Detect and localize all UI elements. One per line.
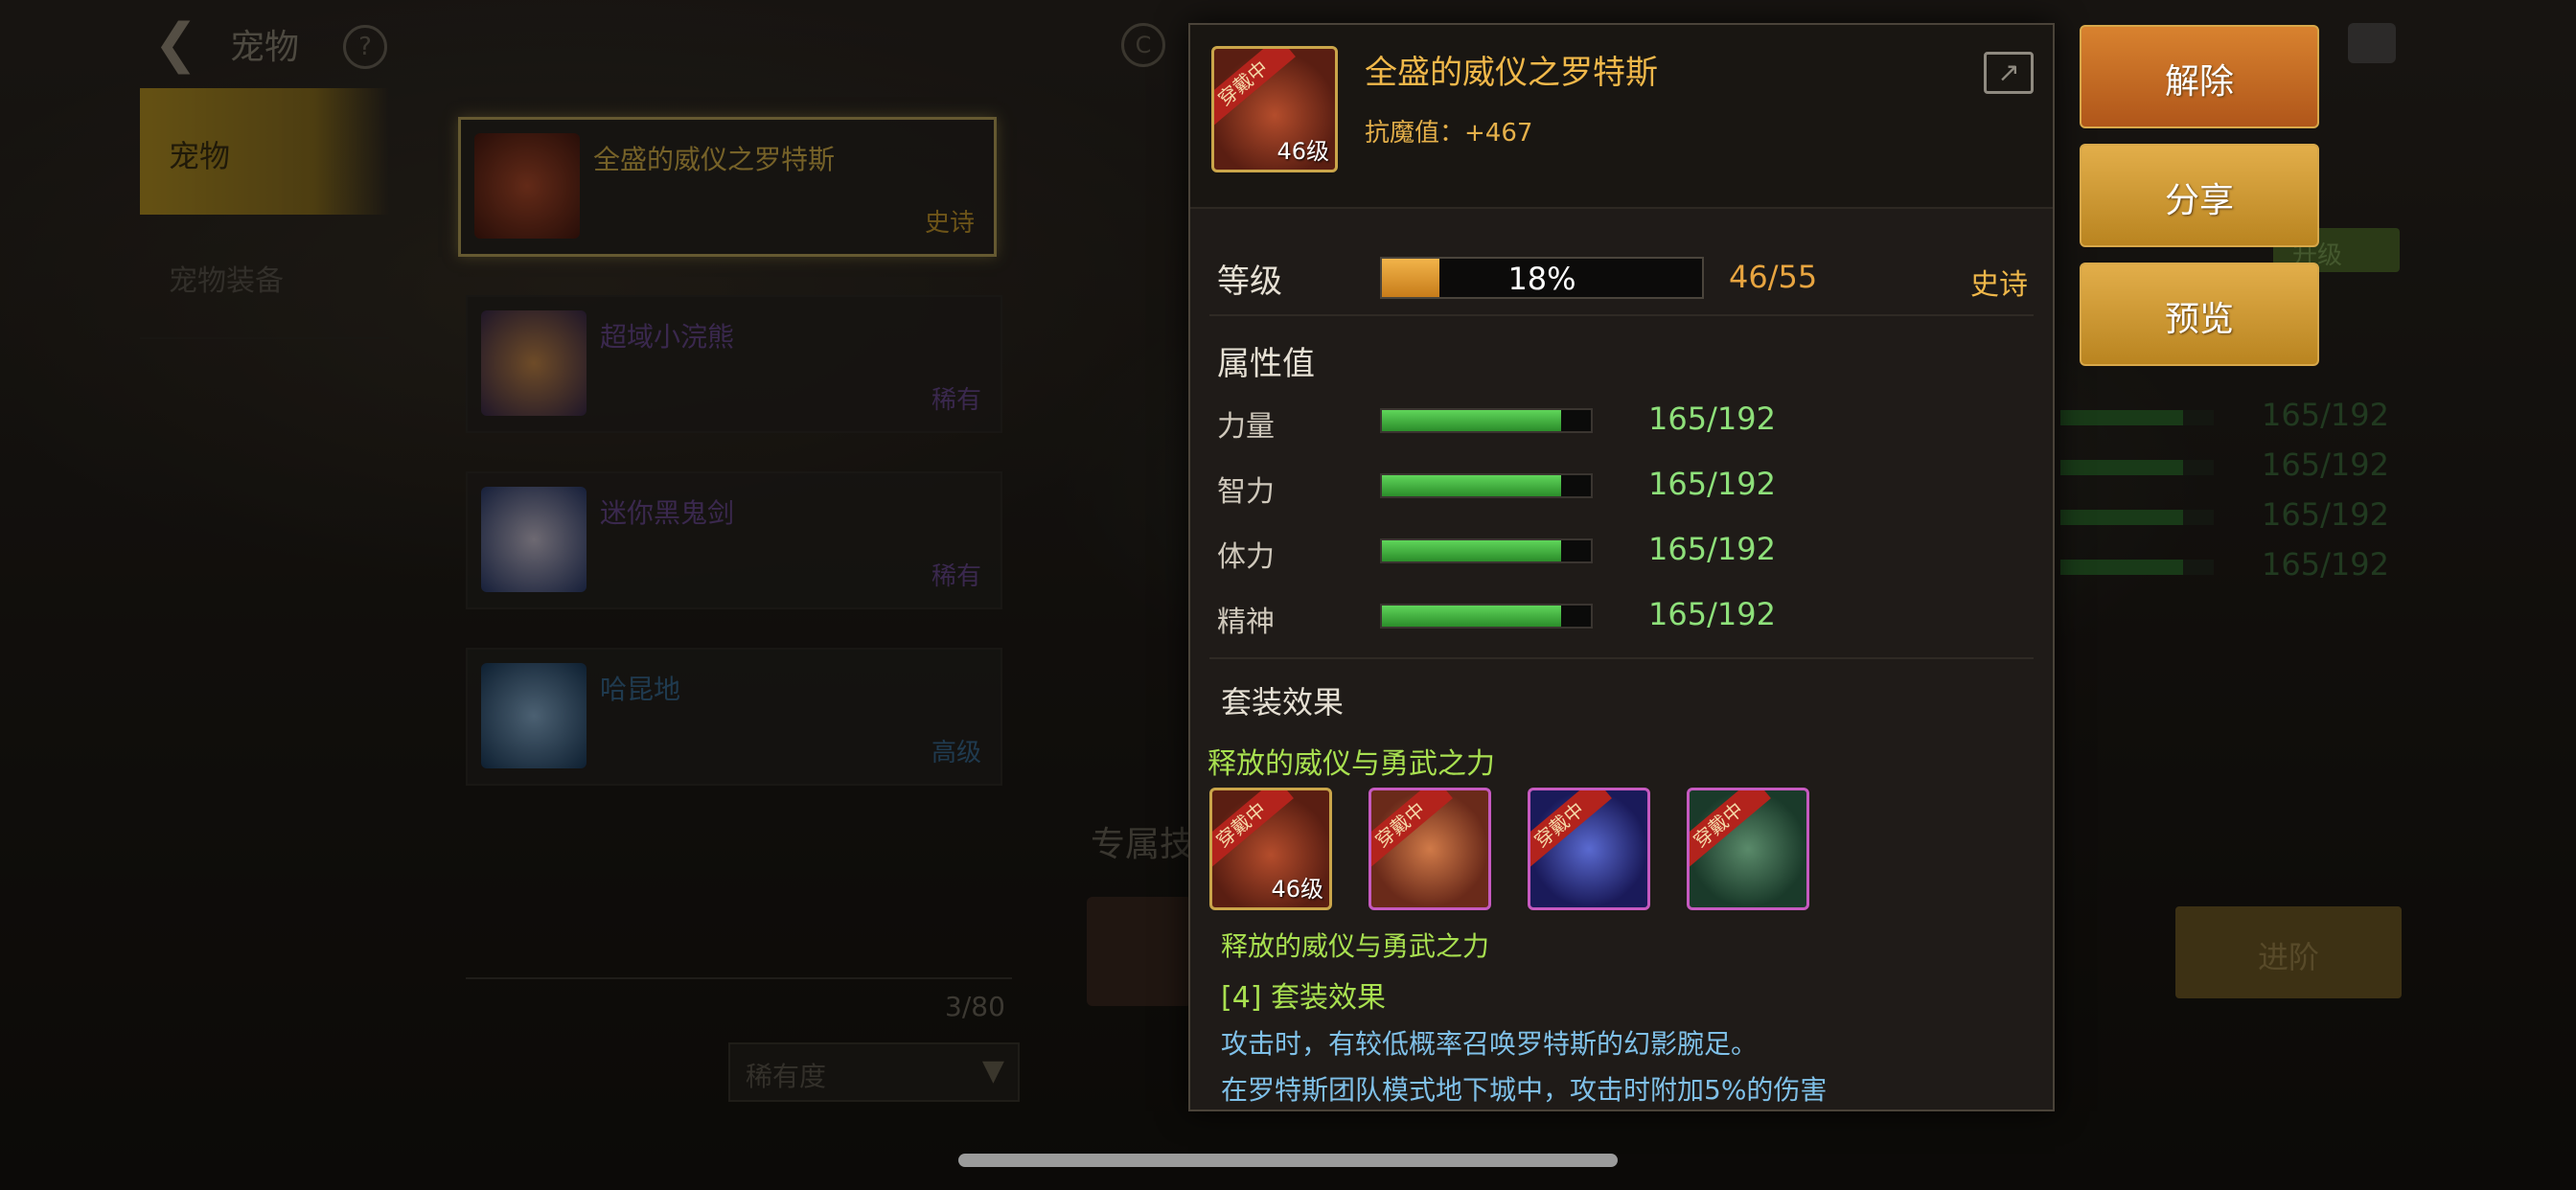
set-item-pet[interactable]: 穿戴中 46级 (1209, 788, 1332, 910)
share-icon[interactable]: ↗ (1984, 52, 2034, 94)
share-button[interactable]: 分享 (2080, 144, 2319, 247)
equipped-badge: 穿戴中 (1690, 790, 1771, 873)
divider (1209, 657, 2034, 659)
stat-value-strength: 165/192 (1648, 400, 1776, 437)
preview-label: 预览 (2164, 300, 2234, 339)
attributes-heading: 属性值 (1217, 345, 1315, 383)
stat-fill (1382, 410, 1562, 431)
rarity-label: 史诗 (1970, 268, 2028, 302)
set-desc-count: [4] 套装效果 (1221, 981, 1387, 1015)
share-label: 分享 (2164, 181, 2234, 220)
pet-level-tag: 46级 (1276, 138, 1329, 165)
equipped-badge: 穿戴中 (1371, 790, 1453, 873)
equipped-badge: 穿戴中 (1214, 49, 1296, 131)
resist-value: 抗魔值：+467 (1365, 119, 1533, 148)
stat-label-vitality: 体力 (1217, 540, 1275, 574)
pet-name: 全盛的威仪之罗特斯 (1365, 54, 1658, 92)
stat-label-intelligence: 智力 (1217, 475, 1275, 509)
equipped-badge: 穿戴中 (1530, 790, 1612, 873)
stat-label-spirit: 精神 (1217, 606, 1275, 639)
set-item-lifebuoy[interactable]: 穿戴中 (1368, 788, 1491, 910)
stat-bar-spirit (1380, 604, 1593, 629)
stat-value-vitality: 165/192 (1648, 531, 1776, 567)
stat-value-spirit: 165/192 (1648, 596, 1776, 632)
level-value: 46/55 (1729, 259, 1818, 295)
stat-bar-intelligence (1380, 473, 1593, 498)
set-desc-line: 在罗特斯团队模式地下城中，攻击时附加5%的伤害 (1221, 1074, 1828, 1106)
equipped-badge: 穿戴中 (1212, 790, 1294, 873)
stat-value-intelligence: 165/192 (1648, 466, 1776, 502)
set-item-grenade[interactable]: 穿戴中 (1687, 788, 1809, 910)
pet-detail-popup: 穿戴中 46级 全盛的威仪之罗特斯 抗魔值：+467 ↗ 等级 18% 46/5… (1188, 23, 2055, 1111)
set-name: 释放的威仪与勇武之力 (1208, 747, 1495, 781)
set-desc-line: 攻击时，有较低概率召唤罗特斯的幻影腕足。 (1221, 1028, 1759, 1060)
stat-fill (1382, 475, 1562, 496)
divider (1209, 314, 2034, 316)
unequip-button[interactable]: 解除 (2080, 25, 2319, 128)
level-percent: 18% (1507, 261, 1576, 297)
set-effect-heading: 套装效果 (1221, 684, 1345, 721)
pet-icon: 穿戴中 46级 (1211, 46, 1338, 172)
level-progress-bar: 18% (1380, 257, 1704, 299)
set-desc-name: 释放的威仪与勇武之力 (1221, 930, 1490, 962)
stat-label-strength: 力量 (1217, 410, 1275, 444)
preview-button[interactable]: 预览 (2080, 263, 2319, 366)
home-indicator[interactable] (958, 1154, 1618, 1167)
stat-fill (1382, 606, 1562, 627)
stat-fill (1382, 540, 1562, 561)
stat-bar-strength (1380, 408, 1593, 433)
level-label: 等级 (1217, 263, 1282, 301)
item-level: 46级 (1271, 876, 1323, 903)
unequip-label: 解除 (2164, 62, 2234, 102)
set-item-whip[interactable]: 穿戴中 (1528, 788, 1650, 910)
stat-bar-vitality (1380, 538, 1593, 563)
